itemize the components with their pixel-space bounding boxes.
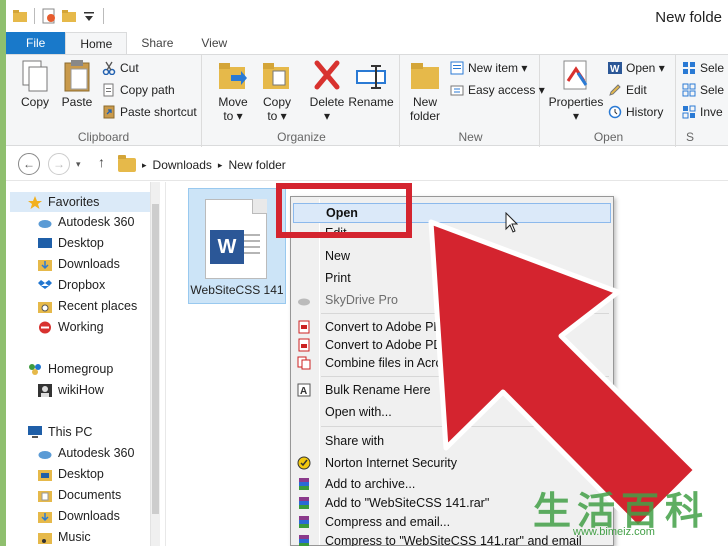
watermark: 生活百科 www.bimeiz.com (533, 478, 727, 540)
watermark-url: www.bimeiz.com (573, 526, 655, 538)
mouse-cursor-icon (505, 212, 518, 233)
explorer-window: New folde File Home Share View Copy Past… (6, 0, 728, 546)
pointer-arrow-icon (428, 219, 699, 531)
